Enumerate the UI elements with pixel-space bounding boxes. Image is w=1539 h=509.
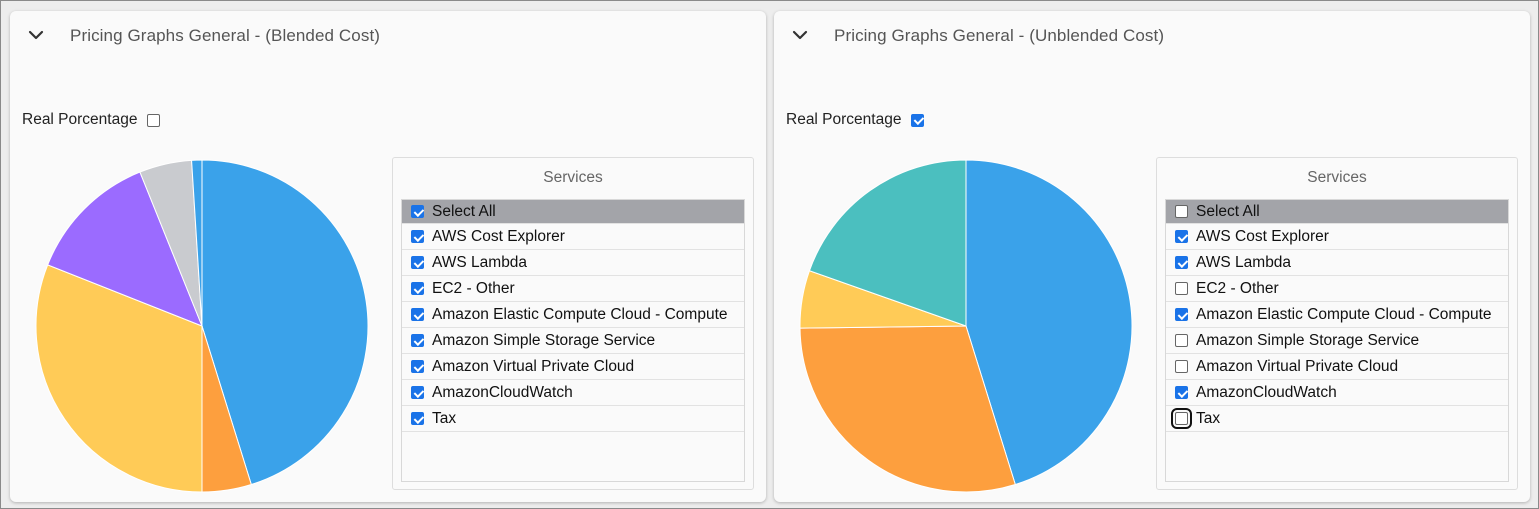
service-label: AWS Lambda	[432, 253, 528, 271]
services-list[interactable]: Select All AWS Cost Explorer AWS Lambda …	[401, 199, 745, 482]
service-label: Amazon Elastic Compute Cloud - Compute	[1196, 305, 1492, 323]
service-item[interactable]: Amazon Simple Storage Service	[1166, 328, 1508, 354]
service-checkbox[interactable]	[1175, 308, 1188, 321]
service-checkbox[interactable]	[411, 256, 424, 269]
service-label: AWS Lambda	[1196, 253, 1292, 271]
service-checkbox[interactable]	[1171, 408, 1192, 429]
service-checkbox[interactable]	[1175, 360, 1188, 373]
service-checkbox[interactable]	[411, 282, 424, 295]
service-item[interactable]: Amazon Elastic Compute Cloud - Compute	[1166, 302, 1508, 328]
service-label: AWS Cost Explorer	[432, 227, 565, 245]
service-item[interactable]: EC2 - Other	[1166, 276, 1508, 302]
service-label: Amazon Simple Storage Service	[432, 331, 656, 349]
service-item[interactable]: AWS Lambda	[402, 250, 744, 276]
service-label: AWS Cost Explorer	[1196, 227, 1329, 245]
service-checkbox[interactable]	[1175, 386, 1188, 399]
service-checkbox[interactable]	[411, 308, 424, 321]
real-percentage-label: Real Porcentage	[22, 111, 138, 128]
service-item[interactable]: Amazon Virtual Private Cloud	[402, 354, 744, 380]
chevron-down-icon[interactable]	[790, 25, 810, 45]
service-checkbox[interactable]	[1175, 282, 1188, 295]
panel-title: Pricing Graphs General - (Unblended Cost…	[834, 26, 1165, 45]
select-all-item[interactable]: Select All	[1166, 200, 1508, 224]
service-checkbox[interactable]	[1175, 230, 1188, 243]
service-checkbox[interactable]	[411, 230, 424, 243]
app-frame: Pricing Graphs General - (Blended Cost) …	[0, 0, 1539, 509]
service-checkbox[interactable]	[411, 334, 424, 347]
pie-chart	[35, 159, 369, 493]
service-item[interactable]: AWS Lambda	[1166, 250, 1508, 276]
services-panel: Services Select All AWS Cost Explorer AW…	[392, 157, 754, 490]
pie-chart	[799, 159, 1133, 493]
service-checkbox[interactable]	[411, 360, 424, 373]
service-item[interactable]: AmazonCloudWatch	[1166, 380, 1508, 406]
panel-blended-cost: Pricing Graphs General - (Blended Cost) …	[10, 11, 766, 502]
service-item[interactable]: AWS Cost Explorer	[1166, 224, 1508, 250]
service-checkbox[interactable]	[1175, 334, 1188, 347]
panel-header[interactable]: Pricing Graphs General - (Blended Cost)	[10, 11, 766, 59]
service-label: Tax	[1196, 409, 1221, 427]
services-title: Services	[543, 169, 603, 186]
services-list[interactable]: Select All AWS Cost Explorer AWS Lambda …	[1165, 199, 1509, 482]
service-checkbox[interactable]	[1175, 256, 1188, 269]
service-label: Tax	[432, 409, 457, 427]
real-percentage-checkbox[interactable]	[147, 113, 161, 127]
service-item[interactable]: Amazon Simple Storage Service	[402, 328, 744, 354]
panel-unblended-cost: Pricing Graphs General - (Unblended Cost…	[774, 11, 1530, 502]
service-label: Amazon Elastic Compute Cloud - Compute	[432, 305, 728, 323]
service-item[interactable]: Tax	[1166, 406, 1508, 432]
panel-title: Pricing Graphs General - (Blended Cost)	[70, 26, 381, 45]
service-item[interactable]: Tax	[402, 406, 744, 432]
service-checkbox[interactable]	[411, 386, 424, 399]
real-percentage-row: Real Porcentage	[22, 110, 161, 130]
service-item[interactable]: AWS Cost Explorer	[402, 224, 744, 250]
services-panel: Services Select All AWS Cost Explorer AW…	[1156, 157, 1518, 490]
real-percentage-row: Real Porcentage	[786, 110, 925, 130]
services-title: Services	[1307, 169, 1367, 186]
service-label: EC2 - Other	[1196, 279, 1279, 297]
service-label: AmazonCloudWatch	[1196, 383, 1337, 401]
service-label: Amazon Virtual Private Cloud	[432, 357, 635, 375]
real-percentage-checkbox[interactable]	[911, 113, 925, 127]
service-label: Amazon Simple Storage Service	[1196, 331, 1420, 349]
real-percentage-label: Real Porcentage	[786, 111, 902, 128]
service-item[interactable]: Amazon Elastic Compute Cloud - Compute	[402, 302, 744, 328]
service-item[interactable]: Amazon Virtual Private Cloud	[1166, 354, 1508, 380]
select-all-label: Select All	[432, 202, 496, 220]
select-all-checkbox[interactable]	[411, 205, 424, 218]
service-label: Amazon Virtual Private Cloud	[1196, 357, 1399, 375]
select-all-item[interactable]: Select All	[402, 200, 744, 224]
service-item[interactable]: EC2 - Other	[402, 276, 744, 302]
select-all-label: Select All	[1196, 202, 1260, 220]
service-label: EC2 - Other	[432, 279, 515, 297]
service-label: AmazonCloudWatch	[432, 383, 573, 401]
service-item[interactable]: AmazonCloudWatch	[402, 380, 744, 406]
service-checkbox[interactable]	[411, 412, 424, 425]
select-all-checkbox[interactable]	[1175, 205, 1188, 218]
chevron-down-icon[interactable]	[26, 25, 46, 45]
panel-header[interactable]: Pricing Graphs General - (Unblended Cost…	[774, 11, 1530, 59]
